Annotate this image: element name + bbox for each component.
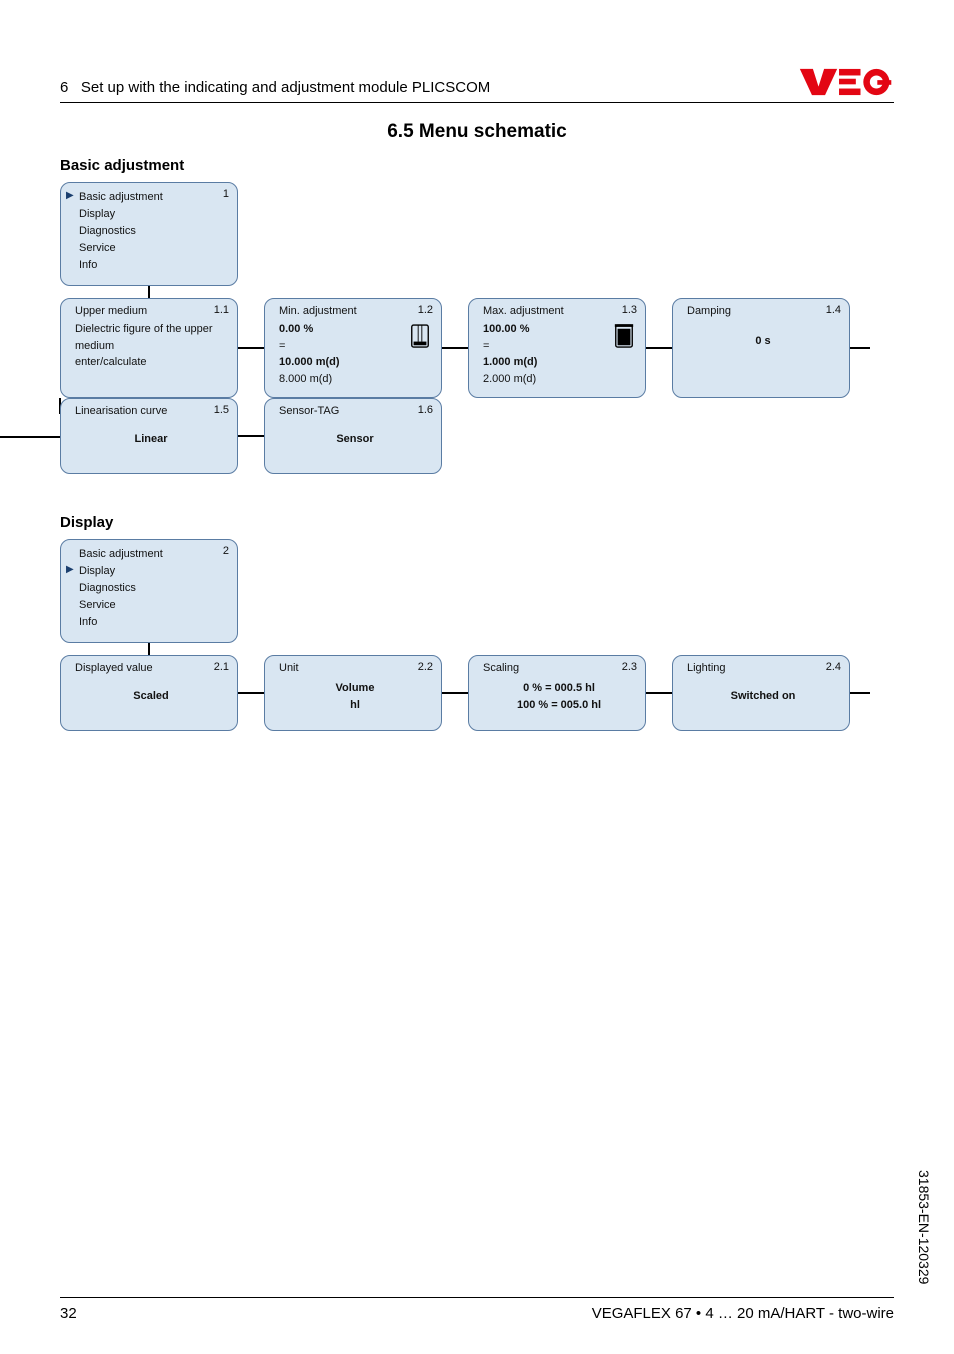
box-value: 0 s (687, 335, 839, 347)
section-basic-adjustment: Basic adjustment 1 ▶ Basic adjustment Di… (60, 157, 894, 474)
connector (850, 347, 870, 349)
box-body: Volume hl (279, 680, 431, 713)
box-min-adjustment: 1.2 Min. adjustment 0.00 % = 10.000 m(d)… (264, 298, 442, 398)
row-display-1: 2.1 Displayed value Scaled 2.2 Unit Volu… (60, 655, 894, 731)
box-body: Dielectric figure of the upper medium en… (75, 321, 227, 371)
menu-number: 1 (223, 188, 229, 200)
text-line: 1.000 m(d) (483, 354, 635, 371)
box-value: Switched on (687, 690, 839, 702)
box-title: Min. adjustment (279, 305, 431, 317)
menu-item: Display (79, 206, 229, 223)
menu-box-basic: 1 ▶ Basic adjustment Display Diagnostics… (60, 182, 238, 286)
box-title: Displayed value (75, 662, 227, 674)
chapter-line: 6 Set up with the indicating and adjustm… (60, 79, 490, 96)
menu-item: Info (79, 614, 229, 631)
box-number: 1.1 (214, 304, 229, 316)
box-title: Max. adjustment (483, 305, 635, 317)
page-header: 6 Set up with the indicating and adjustm… (60, 68, 894, 103)
menu-number: 2 (223, 545, 229, 557)
box-number: 2.4 (826, 661, 841, 673)
box-title: Linearisation curve (75, 405, 227, 417)
box-number: 2.2 (418, 661, 433, 673)
box-upper-medium: 1.1 Upper medium Dielectric figure of th… (60, 298, 238, 398)
text-line: enter/calculate (75, 354, 227, 371)
connector (238, 435, 264, 437)
connector (442, 347, 468, 349)
pointer-icon: ▶ (66, 190, 74, 201)
box-title: Scaling (483, 662, 635, 674)
menu-item: Diagnostics (79, 580, 229, 597)
box-body: 0 % = 000.5 hl 100 % = 005.0 hl (483, 680, 635, 713)
page-title: 6.5 Menu schematic (60, 121, 894, 143)
text-line: 2.000 m(d) (483, 371, 635, 388)
chapter-num: 6 (60, 79, 68, 96)
box-title: Sensor-TAG (279, 405, 431, 417)
text-line: Volume (279, 680, 431, 697)
text-line: hl (279, 697, 431, 714)
connector (850, 692, 870, 694)
menu-item: Info (79, 257, 229, 274)
box-number: 2.1 (214, 661, 229, 673)
chapter-title: Set up with the indicating and adjustmen… (81, 79, 490, 96)
page-number: 32 (60, 1305, 77, 1322)
connector (646, 692, 672, 694)
text-line: 10.000 m(d) (279, 354, 431, 371)
menu-item: Service (79, 240, 229, 257)
menu-box-display: 2 Basic adjustment ▶ Display Diagnostics… (60, 539, 238, 643)
tank-full-icon (613, 323, 635, 351)
section-display: Display 2 Basic adjustment ▶ Display Dia… (60, 514, 894, 731)
box-title: Lighting (687, 662, 839, 674)
menu-item: Basic adjustment (79, 189, 229, 206)
box-number: 1.3 (622, 304, 637, 316)
section-heading-display: Display (60, 514, 894, 531)
connector (238, 347, 264, 349)
box-max-adjustment: 1.3 Max. adjustment 100.00 % = 1.000 m(d… (468, 298, 646, 398)
row-basic-2: 1.5 Linearisation curve Linear 1.6 Senso… (60, 398, 894, 474)
connector (646, 347, 672, 349)
box-scaling: 2.3 Scaling 0 % = 000.5 hl 100 % = 005.0… (468, 655, 646, 731)
box-number: 1.5 (214, 404, 229, 416)
box-value: Scaled (75, 690, 227, 702)
tank-empty-icon (409, 323, 431, 351)
box-lighting: 2.4 Lighting Switched on (672, 655, 850, 731)
menu-item: Basic adjustment (79, 546, 229, 563)
box-value: Sensor (279, 433, 431, 445)
box-number: 1.6 (418, 404, 433, 416)
box-unit: 2.2 Unit Volume hl (264, 655, 442, 731)
menu-item: Diagnostics (79, 223, 229, 240)
text-line: Dielectric figure of the upper (75, 321, 227, 338)
text-line: 8.000 m(d) (279, 371, 431, 388)
box-number: 1.2 (418, 304, 433, 316)
box-linearisation: 1.5 Linearisation curve Linear (60, 398, 238, 474)
box-displayed-value: 2.1 Displayed value Scaled (60, 655, 238, 731)
box-title: Damping (687, 305, 839, 317)
box-title: Unit (279, 662, 431, 674)
document-code: 31853-EN-120329 (916, 1170, 932, 1284)
box-title: Upper medium (75, 305, 227, 317)
vega-logo (799, 68, 894, 96)
menu-item: Service (79, 597, 229, 614)
text-line: 100 % = 005.0 hl (483, 697, 635, 714)
row-basic-1: 1.1 Upper medium Dielectric figure of th… (60, 298, 894, 398)
box-sensor-tag: 1.6 Sensor-TAG Sensor (264, 398, 442, 474)
box-number: 2.3 (622, 661, 637, 673)
box-damping: 1.4 Damping 0 s (672, 298, 850, 398)
text-line: 0 % = 000.5 hl (483, 680, 635, 697)
pointer-icon: ▶ (66, 564, 74, 575)
footer-rule (60, 1297, 894, 1298)
connector (442, 692, 468, 694)
menu-item: Display (79, 563, 229, 580)
text-line: medium (75, 338, 227, 355)
section-heading-basic: Basic adjustment (60, 157, 894, 174)
box-value: Linear (75, 433, 227, 445)
box-number: 1.4 (826, 304, 841, 316)
product-line: VEGAFLEX 67 • 4 … 20 mA/HART - two-wire (592, 1305, 894, 1322)
connector (238, 692, 264, 694)
